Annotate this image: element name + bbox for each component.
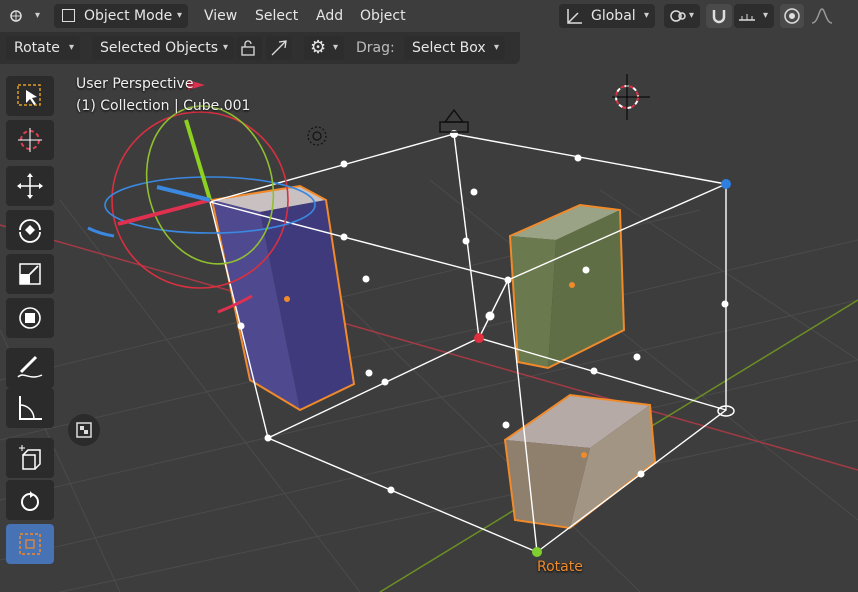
active-tool-label: Rotate	[14, 40, 60, 56]
active-tool-dropdown[interactable]: Rotate ▾	[6, 36, 80, 60]
cage-handle-green[interactable]	[532, 547, 542, 557]
cage-handle-blue[interactable]	[721, 179, 731, 189]
drag-action-dropdown[interactable]: Select Box ▾	[404, 36, 505, 60]
gear-icon: ⚙	[310, 37, 327, 58]
snap-target-dropdown[interactable]: ▾	[734, 4, 774, 28]
add-cube-icon	[19, 445, 41, 470]
chevron-down-icon: ▾	[34, 10, 40, 21]
orientation-label: Global	[591, 8, 636, 24]
lock-affect-only-toggle[interactable]	[236, 36, 262, 60]
falloff-curve-icon	[811, 8, 833, 24]
tool-rotate-transform[interactable]	[6, 480, 54, 520]
gizmo-rotate-label: Rotate	[537, 559, 583, 575]
options-dropdown[interactable]: ⚙ ▾	[304, 36, 344, 60]
pivot-point-dropdown[interactable]: ▾	[664, 4, 700, 28]
transform-orientation-dropdown[interactable]: Global ▾	[559, 4, 655, 28]
affect-parents-toggle[interactable]	[266, 36, 292, 60]
pivot-icon	[670, 10, 686, 22]
tool-scale[interactable]	[6, 254, 54, 294]
tool-add-cube[interactable]	[6, 438, 54, 478]
snap-toggle[interactable]	[706, 4, 732, 28]
gizmo-arrow-blue[interactable]	[87, 226, 115, 238]
rotate-icon	[19, 219, 41, 243]
drag-action-label: Select Box	[412, 40, 486, 56]
pencil-icon	[17, 355, 43, 378]
snap-increment-icon	[739, 14, 755, 21]
x-axis-line	[0, 224, 858, 471]
cube-green[interactable]	[508, 203, 626, 370]
tool-cursor[interactable]	[6, 120, 54, 160]
orientation-axes-icon	[567, 9, 582, 24]
tool-annotate[interactable]	[6, 348, 54, 388]
chevron-down-icon: ▾	[762, 10, 768, 21]
tool-rotate[interactable]	[6, 210, 54, 250]
mode-dropdown[interactable]: Object Mode ▾	[54, 4, 188, 28]
menu-select[interactable]: Select	[255, 4, 298, 28]
chevron-down-icon: ▾	[688, 10, 694, 21]
drag-label: Drag:	[356, 40, 395, 56]
chevron-down-icon: ▾	[493, 42, 499, 53]
tool-scale-cage[interactable]	[6, 524, 54, 564]
cursor-icon	[18, 128, 42, 152]
chevron-down-icon: ▾	[68, 42, 74, 53]
tool-transform[interactable]	[6, 298, 54, 338]
tool-measure[interactable]	[6, 388, 54, 428]
navigation-gizmo-button[interactable]	[68, 414, 100, 446]
menu-add[interactable]: Add	[316, 4, 343, 28]
viewport-perspective-label: User Perspective	[76, 76, 194, 92]
tool-settings-bar: Rotate ▾ Selected Objects ▾ ⚙ ▾ Drag: Se…	[0, 32, 520, 64]
chevron-down-icon: ▾	[332, 42, 338, 53]
viewport-header: ▾ Object Mode ▾ View Select Add Object G…	[0, 0, 858, 32]
editor-type-icon	[10, 10, 22, 22]
menu-view[interactable]: View	[204, 4, 237, 28]
tool-move[interactable]	[6, 166, 54, 206]
measure-icon	[19, 396, 42, 420]
lock-origin-icon	[241, 40, 255, 56]
tool-select-box[interactable]	[6, 76, 54, 116]
pivot-selection-dropdown[interactable]: Selected Objects ▾	[92, 36, 234, 60]
move-icon	[17, 173, 43, 199]
select-box-icon	[17, 84, 41, 106]
editor-type-button[interactable]: ▾	[4, 4, 46, 28]
cage-handle-active[interactable]	[474, 333, 484, 343]
magnet-icon	[712, 10, 726, 24]
scale-icon	[19, 263, 41, 285]
viewport-collection-label: (1) Collection | Cube.001	[76, 98, 251, 114]
scale-cage-icon	[19, 533, 41, 555]
chevron-down-icon: ▾	[222, 42, 228, 53]
chevron-down-icon: ▾	[643, 10, 649, 21]
light-icon[interactable]	[307, 126, 327, 146]
transform-icon	[19, 307, 41, 329]
parents-icon	[271, 40, 287, 56]
grid-floor	[0, 179, 858, 592]
rotate-transform-icon	[21, 491, 39, 511]
mode-label: Object Mode	[84, 8, 173, 24]
proportional-editing-toggle[interactable]	[780, 4, 804, 28]
pivot-selection-label: Selected Objects	[100, 40, 219, 56]
camera-icon[interactable]	[439, 108, 469, 133]
proportional-editing-icon	[784, 8, 800, 24]
object-mode-icon	[62, 9, 75, 22]
falloff-dropdown[interactable]	[806, 4, 842, 28]
checker-icon	[76, 422, 92, 438]
3d-cursor[interactable]	[612, 74, 650, 120]
chevron-down-icon: ▾	[176, 10, 182, 21]
menu-object[interactable]: Object	[360, 4, 406, 28]
